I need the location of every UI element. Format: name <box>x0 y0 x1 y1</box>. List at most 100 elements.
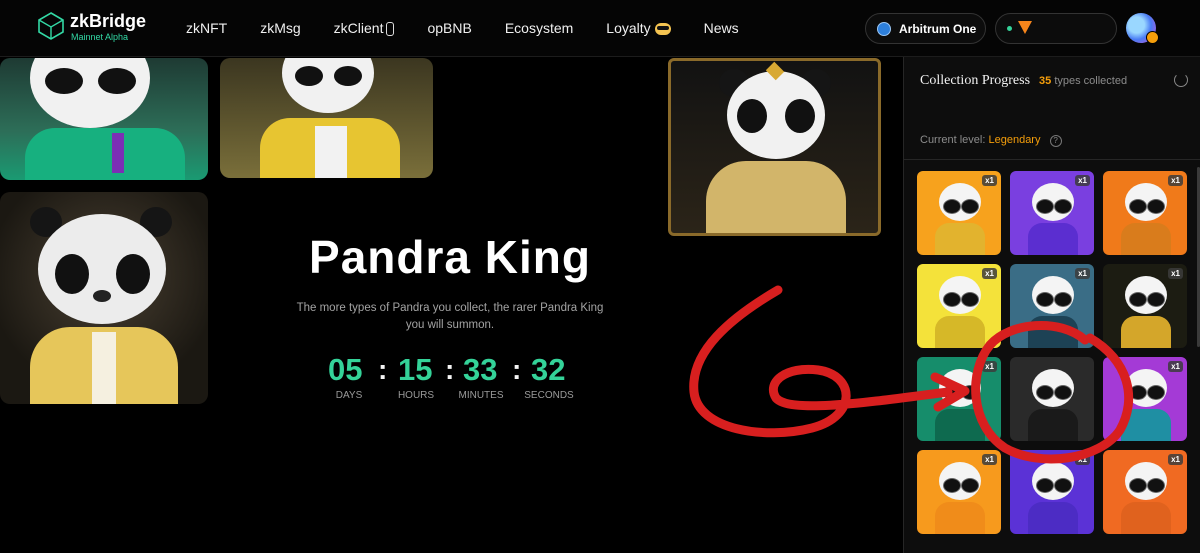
collection-card[interactable]: x1 <box>1103 357 1187 441</box>
panel-title: Collection Progress <box>920 73 1031 88</box>
top-header: zkBridge Mainnet Alpha zkNFT zkMsg zkCli… <box>0 0 1200 57</box>
refresh-icon[interactable] <box>1174 73 1188 87</box>
nav-zknft[interactable]: zkNFT <box>186 20 227 36</box>
pandra-king-portrait <box>668 58 881 236</box>
quantity-badge: x1 <box>1075 454 1090 465</box>
hero-description-line-2: you will summon. <box>405 319 495 331</box>
countdown-seconds: 32 <box>531 352 566 387</box>
zkbridge-logo[interactable]: zkBridge Mainnet Alpha <box>38 10 178 46</box>
panel-divider <box>904 159 1200 160</box>
pandra-eye <box>943 385 961 400</box>
current-level-label: Current level: <box>920 134 986 146</box>
help-icon[interactable]: ? <box>1049 135 1062 147</box>
quantity-badge: x1 <box>1075 175 1090 186</box>
pandra-eye <box>1129 385 1147 400</box>
countdown-minutes-label: MINUTES <box>458 390 504 401</box>
collection-grid: x1 x1 x1 x1 x1 x1 x1 x1 x1 x1 x1 <box>917 171 1197 553</box>
pandra-eye <box>1036 199 1054 214</box>
pandra-eye <box>1054 478 1072 493</box>
countdown-colon: : <box>445 354 455 385</box>
current-level: Current level: Legendary ? <box>920 134 1062 147</box>
collection-card[interactable]: x1 <box>1103 171 1187 255</box>
collection-card[interactable]: x1 <box>917 264 1001 348</box>
pandra-eye <box>1129 478 1147 493</box>
brand-subtitle: Mainnet Alpha <box>71 32 129 42</box>
pandra-eye <box>943 199 961 214</box>
collection-card[interactable] <box>1010 357 1094 441</box>
user-avatar[interactable] <box>1126 13 1159 44</box>
countdown-days-label: DAYS <box>335 390 363 401</box>
pandra-eye <box>943 478 961 493</box>
main-nav: zkNFT zkMsg zkClient opBNB Ecosystem Loy… <box>186 0 739 56</box>
pandra-eye <box>1054 199 1072 214</box>
sunglasses-emoji-icon <box>654 23 671 36</box>
pandra-art-tile-yellow <box>220 58 433 178</box>
types-collected-count: 35 <box>1039 75 1052 87</box>
pandra-body <box>1121 223 1171 255</box>
pandra-body <box>1028 409 1078 441</box>
pandra-eye <box>1054 385 1072 400</box>
hero-description: The more types of Pandra you collect, th… <box>270 300 630 334</box>
zkbridge-logo-icon <box>38 12 64 40</box>
pandra-eye <box>961 478 979 493</box>
nav-loyalty[interactable]: Loyalty <box>606 20 671 36</box>
pandra-body <box>935 223 985 255</box>
pandra-body <box>1121 502 1171 534</box>
nav-ecosystem[interactable]: Ecosystem <box>505 20 573 36</box>
quantity-badge: x1 <box>982 454 997 465</box>
pandra-body <box>1028 223 1078 255</box>
nav-news[interactable]: News <box>704 20 739 36</box>
collection-card[interactable]: x1 <box>1010 264 1094 348</box>
collection-card[interactable]: x1 <box>917 357 1001 441</box>
pandra-body <box>1028 502 1078 534</box>
collection-card[interactable]: x1 <box>1103 450 1187 534</box>
nav-opbnb[interactable]: opBNB <box>427 20 471 36</box>
nav-loyalty-label: Loyalty <box>606 20 651 36</box>
pandra-eye <box>1054 292 1072 307</box>
countdown-timer: 05 : 15 : 33 : 32 DAYS HOURS MINUTES SEC… <box>325 352 585 412</box>
pandra-eye <box>1147 292 1165 307</box>
pandra-eye <box>1036 478 1054 493</box>
types-collected: 35 types collected <box>1039 75 1127 87</box>
pandra-body <box>935 409 985 441</box>
wallet-button[interactable] <box>995 13 1117 44</box>
pandra-eye <box>961 199 979 214</box>
nav-zkmsg[interactable]: zkMsg <box>260 20 300 36</box>
nav-zkclient-label: zkClient <box>333 19 384 36</box>
pandra-body <box>935 502 985 534</box>
pandra-eye <box>943 292 961 307</box>
network-name: Arbitrum One <box>899 21 977 36</box>
collection-card[interactable]: x1 <box>917 171 1001 255</box>
pandra-body <box>1121 409 1171 441</box>
arbitrum-icon <box>877 21 891 36</box>
network-selector-button[interactable]: Arbitrum One <box>865 13 986 44</box>
pandra-eye <box>1129 292 1147 307</box>
pandra-eye <box>1036 292 1054 307</box>
quantity-badge: x1 <box>1168 268 1183 279</box>
countdown-hours: 15 <box>398 352 433 387</box>
collection-card[interactable]: x1 <box>917 450 1001 534</box>
countdown-minutes: 33 <box>463 352 498 387</box>
pandra-art-tile-white <box>0 192 208 404</box>
brand-name: zkBridge <box>70 11 147 31</box>
current-level-value: Legendary <box>988 134 1041 146</box>
quantity-badge: x1 <box>1168 361 1183 372</box>
pandra-eye <box>1147 199 1165 214</box>
pandra-body <box>935 316 985 348</box>
pandra-art-tile-green <box>0 58 208 180</box>
metamask-fox-icon <box>1018 21 1032 34</box>
collection-card[interactable]: x1 <box>1103 264 1187 348</box>
connected-status-dot <box>1007 26 1012 31</box>
pandra-body <box>1028 316 1078 348</box>
collection-card[interactable]: x1 <box>1010 171 1094 255</box>
collection-card[interactable]: x1 <box>1010 450 1094 534</box>
nav-zkclient[interactable]: zkClient <box>333 19 395 37</box>
countdown-seconds-label: SECONDS <box>524 390 574 401</box>
pandra-eye <box>961 292 979 307</box>
quantity-badge: x1 <box>1168 454 1183 465</box>
pandra-eye <box>1147 385 1165 400</box>
collection-progress-panel: Collection Progress 35 types collected C… <box>903 57 1200 553</box>
countdown-days: 05 <box>328 352 363 387</box>
page-title: Pandra King <box>309 231 591 283</box>
quantity-badge: x1 <box>1168 175 1183 186</box>
